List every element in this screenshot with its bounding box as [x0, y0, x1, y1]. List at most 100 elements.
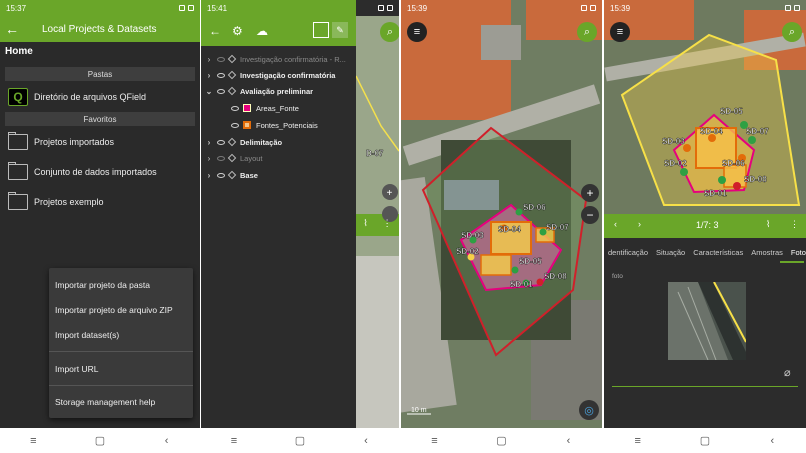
menu-import-url[interactable]: Import URL — [55, 364, 98, 374]
digitize-icon[interactable]: ⌇ — [766, 219, 770, 230]
visibility-eye-icon[interactable] — [217, 155, 225, 161]
status-time: 15:39 — [407, 3, 428, 13]
visibility-eye-icon[interactable] — [217, 56, 225, 62]
more-icon[interactable]: ⋮ — [383, 218, 392, 229]
recent-apps-icon[interactable]: ≡ — [628, 435, 648, 447]
camera-off-icon[interactable]: ⌀ — [784, 366, 791, 379]
recent-apps-icon[interactable]: ≡ — [23, 435, 43, 447]
more-icon[interactable]: ⋮ — [790, 219, 799, 230]
visibility-eye-icon[interactable] — [217, 88, 225, 94]
sample-point[interactable] — [748, 136, 756, 144]
zoom-in-button[interactable]: + — [581, 184, 599, 202]
folder-icon — [8, 192, 28, 210]
layer-item[interactable]: Fontes_Potenciais — [229, 117, 318, 133]
map-canvas[interactable]: SD-05 SD-03 SD-04 SD-07 SD-02 SD-06 SD-0… — [604, 0, 806, 214]
sample-point[interactable] — [515, 208, 523, 216]
layer-item[interactable]: › Investigação confirmatória - R... — [203, 51, 346, 67]
sample-label: SD-07 — [746, 127, 769, 136]
visibility-eye-icon[interactable] — [231, 105, 239, 111]
recent-apps-icon[interactable]: ≡ — [425, 435, 445, 447]
digitize-icon[interactable]: ⌇ — [363, 218, 367, 229]
tab-caracteristicas[interactable]: Características — [689, 248, 747, 257]
attached-photo[interactable] — [668, 282, 746, 360]
battery-icon — [188, 5, 194, 11]
sample-point[interactable] — [733, 182, 741, 190]
tab-amostras[interactable]: Amostras — [747, 248, 787, 257]
back-arrow-icon[interactable]: ← — [0, 21, 24, 37]
hamburger-menu-icon[interactable]: ≡ — [610, 22, 630, 42]
home-icon[interactable]: ▢ — [492, 434, 512, 447]
tab-fotos[interactable]: Fotos — [787, 248, 806, 257]
hamburger-menu-icon[interactable]: ≡ — [407, 22, 427, 42]
prev-chevron-icon[interactable]: ‹ — [614, 219, 617, 229]
sample-point[interactable] — [536, 278, 544, 286]
section-favoritos: Favoritos — [5, 112, 195, 126]
favorite-item[interactable]: Projetos importados — [5, 129, 195, 155]
layer-group-icon — [227, 170, 237, 180]
home-breadcrumb: Home — [5, 46, 33, 57]
menu-storage-help[interactable]: Storage management help — [55, 397, 155, 407]
tab-identificacao[interactable]: dentificação — [604, 248, 652, 257]
sample-label: SD-01 — [704, 189, 727, 198]
map-toggle-button[interactable] — [313, 22, 329, 38]
back-icon[interactable]: ‹ — [762, 435, 782, 447]
home-icon[interactable]: ▢ — [90, 434, 110, 447]
layer-item[interactable]: ⌄ Avaliação preliminar — [203, 83, 313, 99]
sample-point[interactable] — [718, 176, 726, 184]
back-arrow-icon[interactable]: ← — [209, 24, 221, 38]
menu-import-folder[interactable]: Importar projeto da pasta — [55, 280, 150, 290]
home-icon[interactable]: ▢ — [695, 434, 715, 447]
sample-label: SD-01 — [510, 280, 533, 289]
status-bar: 15:37 — [0, 0, 200, 16]
feature-nav-bar: ‹ › 1/7: 3 ⌇ ⋮ — [604, 214, 806, 238]
cloud-icon[interactable]: ☁ — [256, 24, 268, 38]
layer-item[interactable]: › Delimitação — [203, 134, 282, 150]
back-icon[interactable]: ‹ — [157, 435, 177, 447]
layer-label: Areas_Fonte — [256, 103, 299, 113]
visibility-eye-icon[interactable] — [217, 172, 225, 178]
sample-label: SD-08 — [544, 272, 567, 281]
import-menu: Importar projeto da pasta Importar proje… — [49, 268, 193, 418]
status-time: 15:37 — [6, 3, 27, 13]
zoom-out-button[interactable]: − — [581, 206, 599, 224]
back-icon[interactable]: ‹ — [559, 435, 579, 447]
sample-label: SD-03 — [662, 137, 685, 146]
location-icon[interactable]: ◎ — [579, 400, 599, 420]
layer-group-icon — [227, 137, 237, 147]
layer-group-icon — [227, 70, 237, 80]
favorite-item[interactable]: Conjunto de dados importados — [5, 159, 195, 185]
scale-label: 10 m — [411, 407, 427, 414]
next-chevron-icon[interactable]: › — [638, 219, 641, 229]
sample-point[interactable] — [511, 266, 519, 274]
visibility-eye-icon[interactable] — [231, 122, 239, 128]
menu-import-zip[interactable]: Importar projeto de arquivo ZIP — [55, 305, 173, 315]
map-canvas[interactable]: SD-06 SD-03 SD-04 SD-07 SD-02 SD-05 SD-0… — [401, 0, 602, 428]
qfield-logo-icon: Q — [8, 88, 28, 106]
map-label: D-07 — [366, 149, 384, 158]
search-icon[interactable]: ⌕ — [782, 22, 802, 42]
visibility-eye-icon[interactable] — [217, 72, 225, 78]
layer-item[interactable]: › Base — [203, 167, 258, 183]
recent-apps-icon[interactable]: ≡ — [224, 435, 244, 447]
layer-item[interactable]: › Investigação confirmatória — [203, 67, 336, 83]
qfield-directory-label: Diretório de arquivos QField — [34, 92, 147, 102]
favorite-item[interactable]: Projetos exemplo — [5, 189, 195, 215]
wifi-icon — [179, 5, 185, 11]
sample-label: SD-02 — [664, 159, 687, 168]
gear-icon[interactable]: ⚙ — [232, 24, 243, 38]
search-icon[interactable]: ⌕ — [577, 22, 597, 42]
layer-item[interactable]: Areas_Fonte — [229, 100, 299, 116]
sample-point[interactable] — [680, 168, 688, 176]
search-icon[interactable]: ⌕ — [380, 22, 399, 42]
back-icon[interactable]: ‹ — [356, 435, 376, 447]
favorite-label: Conjunto de dados importados — [34, 167, 157, 177]
visibility-eye-icon[interactable] — [217, 139, 225, 145]
layer-item[interactable]: › Layout — [203, 150, 263, 166]
home-icon[interactable]: ▢ — [290, 434, 310, 447]
tab-situacao[interactable]: Situação — [652, 248, 689, 257]
edit-pencil-icon[interactable]: ✎ — [332, 22, 348, 38]
folder-icon — [8, 162, 28, 180]
layers-panel-screen: D-07 + ⌕ ⌇ ⋮ 15:41 ← ⚙ ☁ ✎ › Investigação … — [201, 0, 399, 428]
qfield-directory-item[interactable]: Q Diretório de arquivos QField — [5, 84, 195, 110]
menu-import-dataset[interactable]: Import dataset(s) — [55, 330, 119, 340]
